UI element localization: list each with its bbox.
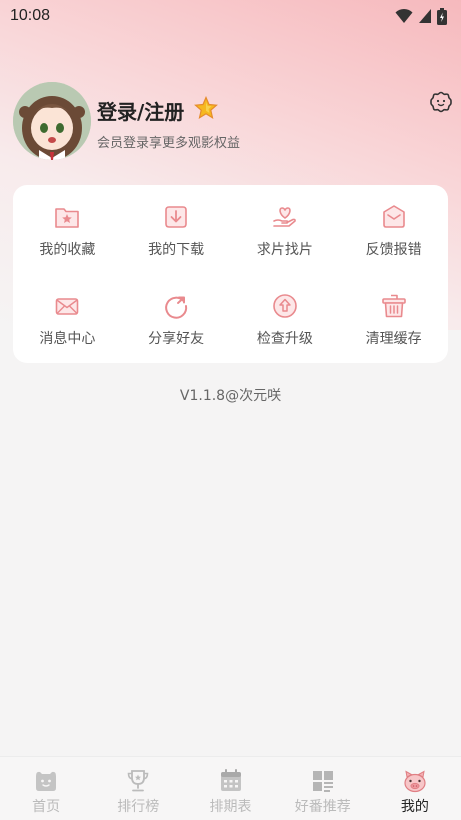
login-register-title[interactable]: 登录/注册 [97, 96, 184, 125]
trophy-icon [127, 770, 149, 792]
menu-item-feedback[interactable]: 反馈报错 [339, 185, 448, 274]
calendar-icon [220, 769, 241, 791]
menu-label: 反馈报错 [365, 242, 422, 258]
tab-schedule[interactable]: 排期表 [184, 757, 276, 820]
menu-label: 我的收藏 [39, 242, 96, 258]
tab-label: 排行榜 [117, 799, 160, 815]
message-mail-icon [56, 298, 79, 315]
tab-label: 排期表 [209, 799, 252, 815]
tab-home[interactable]: 首页 [0, 757, 92, 820]
tab-label: 好番推荐 [294, 799, 351, 815]
favorites-folder-icon [55, 208, 80, 228]
bottom-tab-bar: 首页 排行榜 排期表 好番推荐 我的 [0, 756, 461, 820]
grid-recommend-icon [312, 771, 333, 792]
tab-recommend[interactable]: 好番推荐 [277, 757, 369, 820]
upgrade-icon [273, 294, 297, 318]
menu-label: 分享好友 [148, 331, 205, 347]
settings-gear-icon[interactable] [429, 90, 453, 114]
wifi-icon [395, 8, 413, 23]
menu-item-clear-cache[interactable]: 清理缓存 [339, 274, 448, 363]
status-bar: 10:08 [0, 0, 461, 32]
signal-icon [419, 9, 431, 23]
tab-ranking[interactable]: 排行榜 [92, 757, 184, 820]
profile-section: 登录/注册 会员登录享更多观影权益 [13, 82, 453, 162]
menu-card: 我的收藏 我的下载 求片找片 反馈报错 消息中心 分享好友 检查升级 清理缓存 [13, 185, 448, 363]
vip-star-icon [194, 96, 218, 120]
menu-label: 清理缓存 [365, 331, 422, 347]
feedback-envelope-icon [382, 205, 405, 228]
avatar-illustration-icon [13, 82, 91, 160]
app-version: V1.1.8@次元咲 [179, 388, 282, 404]
status-time: 10:08 [10, 7, 51, 24]
download-icon [165, 206, 187, 228]
menu-item-request[interactable]: 求片找片 [231, 185, 340, 274]
menu-item-share[interactable]: 分享好友 [122, 274, 231, 363]
avatar[interactable] [13, 82, 91, 160]
menu-label: 消息中心 [39, 331, 96, 347]
trash-icon [381, 294, 406, 318]
menu-label: 检查升级 [256, 331, 313, 347]
request-heart-icon [273, 207, 296, 227]
tab-label: 首页 [32, 799, 61, 815]
battery-icon [437, 7, 447, 25]
status-icons [395, 7, 447, 25]
tab-label: 我的 [400, 799, 429, 815]
pig-face-icon [404, 770, 426, 793]
home-bear-icon [36, 771, 57, 791]
menu-label: 求片找片 [256, 242, 313, 258]
tab-mine[interactable]: 我的 [369, 757, 461, 820]
menu-item-messages[interactable]: 消息中心 [13, 274, 122, 363]
menu-item-upgrade[interactable]: 检查升级 [231, 274, 340, 363]
menu-label: 我的下载 [148, 242, 205, 258]
login-subtitle: 会员登录享更多观影权益 [97, 136, 241, 151]
menu-item-favorites[interactable]: 我的收藏 [13, 185, 122, 274]
menu-item-downloads[interactable]: 我的下载 [122, 185, 231, 274]
share-icon [165, 296, 188, 319]
